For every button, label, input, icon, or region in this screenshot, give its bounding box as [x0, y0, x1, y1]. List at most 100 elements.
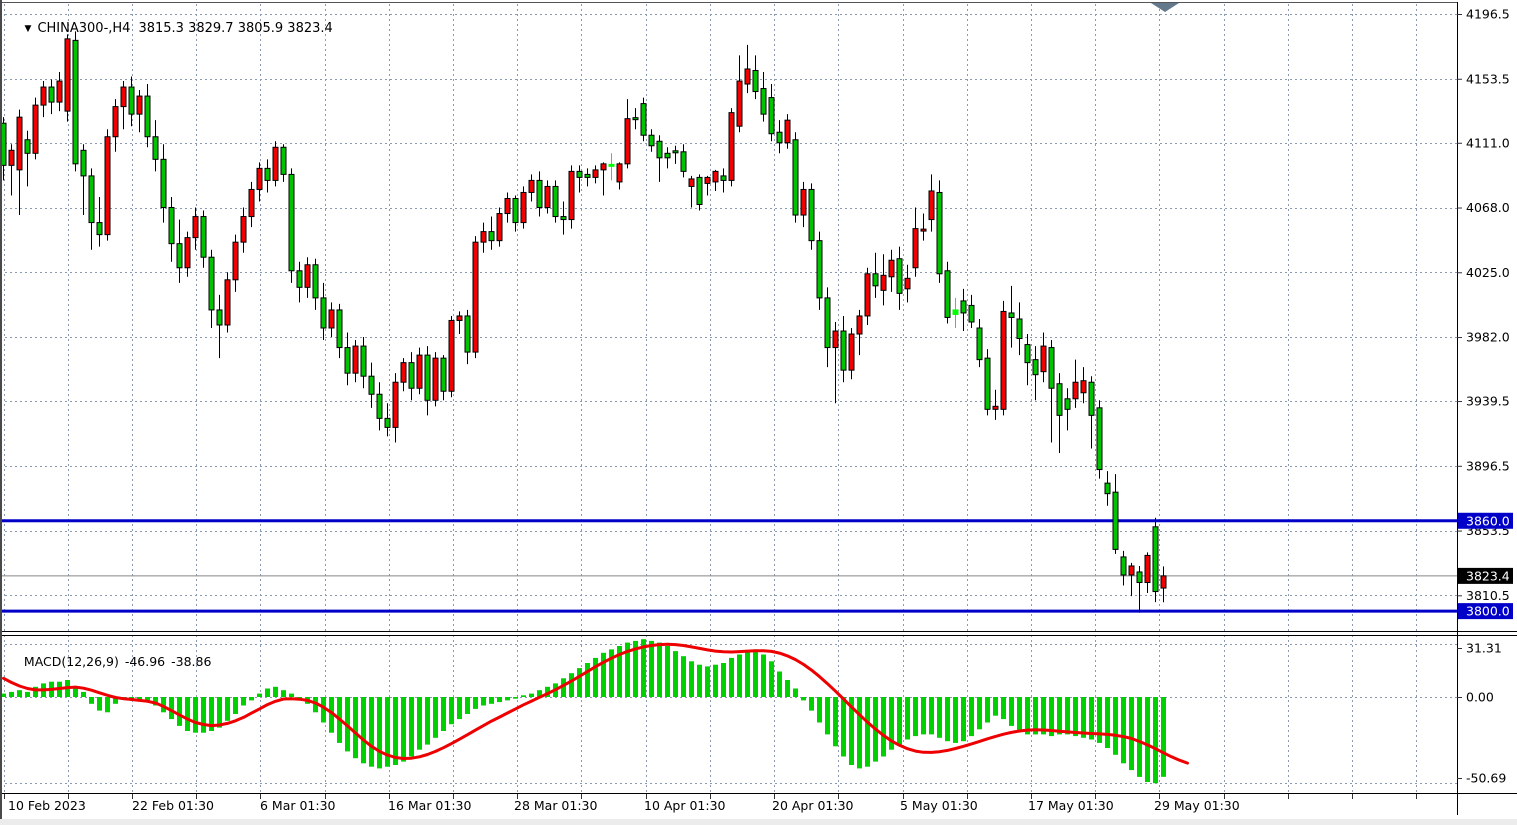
- macd-histogram-bar: [401, 697, 406, 762]
- macd-histogram-bar: [473, 697, 478, 709]
- macd-histogram-bar: [361, 697, 366, 763]
- macd-histogram-bar: [881, 697, 886, 757]
- macd-histogram-bar: [225, 697, 230, 721]
- macd-histogram-bar: [369, 697, 374, 767]
- candle-body: [1049, 348, 1054, 389]
- candle-body: [297, 271, 302, 288]
- macd-histogram-bar: [1145, 697, 1150, 782]
- time-axis-label: 16 Mar 01:30: [388, 798, 472, 813]
- macd-histogram-bar: [1001, 697, 1006, 719]
- candle-body: [1153, 527, 1158, 592]
- candle-body: [953, 310, 958, 315]
- macd-histogram-bar: [81, 692, 86, 697]
- horizontal-line[interactable]: [0, 610, 1457, 613]
- time-axis-label: 10 Apr 01:30: [644, 798, 726, 813]
- macd-histogram-bar: [497, 697, 502, 702]
- macd-histogram-bar: [265, 689, 270, 698]
- candle-body: [449, 320, 454, 391]
- macd-histogram-bar: [249, 697, 254, 700]
- price-badge-label: 3800.0: [1466, 604, 1510, 619]
- candle-body: [601, 164, 606, 170]
- candle-body: [281, 147, 286, 174]
- candle-body: [193, 217, 198, 238]
- candle-body: [409, 363, 414, 389]
- candle-body: [401, 363, 406, 383]
- macd-histogram-bar: [825, 697, 830, 734]
- candle-body: [257, 168, 262, 189]
- candle-body: [793, 140, 798, 215]
- candle-body: [1017, 319, 1022, 339]
- macd-indicator-label: MACD(12,26,9)-46.96-38.86: [8, 639, 217, 684]
- candle-body: [1041, 346, 1046, 372]
- candle-body: [441, 358, 446, 391]
- candle-body: [1001, 311, 1006, 409]
- candle-body: [73, 40, 78, 163]
- horizontal-line[interactable]: [0, 519, 1457, 522]
- price-axis-label: 3939.5: [1466, 394, 1510, 409]
- macd-histogram-bar: [601, 653, 606, 697]
- macd-histogram-bar: [721, 663, 726, 697]
- time-axis-label: 10 Feb 2023: [8, 798, 86, 813]
- candle-body: [465, 316, 470, 352]
- candle-body: [1073, 382, 1078, 399]
- candle-body: [1113, 492, 1118, 549]
- candle-body: [81, 150, 86, 176]
- candle-body: [25, 140, 30, 154]
- candle-body: [505, 198, 510, 213]
- candle-body: [217, 310, 222, 325]
- window-border: [0, 0, 2, 825]
- time-axis-label: 29 May 01:30: [1154, 798, 1240, 813]
- macd-histogram-bar: [985, 697, 990, 723]
- candle-body: [145, 96, 150, 137]
- candle-body: [681, 152, 686, 172]
- macd-histogram-bar: [729, 658, 734, 697]
- candle-body: [489, 232, 494, 241]
- candle-body: [521, 192, 526, 222]
- macd-histogram-bar: [689, 661, 694, 697]
- macd-histogram-bar: [441, 697, 446, 731]
- macd-histogram-bar: [737, 655, 742, 698]
- candle-body: [921, 229, 926, 231]
- macd-axis-label: 31.31: [1466, 641, 1502, 656]
- candle-body: [289, 174, 294, 270]
- macd-histogram-bar: [969, 697, 974, 736]
- candle-body: [369, 376, 374, 394]
- candle-body: [809, 189, 814, 240]
- candle-body: [1161, 576, 1166, 588]
- time-axis-label: 28 Mar 01:30: [514, 798, 598, 813]
- macd-histogram-bar: [577, 668, 582, 697]
- candle-body: [345, 348, 350, 374]
- candle-body: [457, 316, 462, 321]
- candlestick-chart[interactable]: 4196.54153.54111.04068.04025.03982.03939…: [0, 0, 1517, 825]
- macd-histogram-bar: [1105, 697, 1110, 748]
- macd-histogram-bar: [105, 697, 110, 712]
- candle-body: [993, 406, 998, 409]
- candle-body: [121, 87, 126, 107]
- macd-histogram-bar: [521, 695, 526, 697]
- macd-histogram-bar: [833, 697, 838, 746]
- candle-body: [313, 265, 318, 298]
- macd-histogram-bar: [673, 651, 678, 697]
- macd-histogram-bar: [713, 665, 718, 697]
- candle-body: [41, 87, 46, 105]
- macd-histogram-bar: [761, 655, 766, 698]
- candle-body: [785, 120, 790, 143]
- macd-histogram-bar: [97, 697, 102, 711]
- candle-body: [1137, 572, 1142, 583]
- candle-body: [1081, 381, 1086, 393]
- candle-body: [649, 135, 654, 146]
- candle-body: [865, 274, 870, 316]
- time-axis-label: 22 Feb 01:30: [132, 798, 214, 813]
- candle-body: [705, 177, 710, 183]
- candle-body: [1009, 313, 1014, 318]
- macd-histogram-bar: [1113, 697, 1118, 755]
- candle-body: [305, 265, 310, 288]
- macd-main-value: -46.96: [125, 654, 165, 669]
- candle-body: [665, 153, 670, 158]
- candle-body: [945, 271, 950, 318]
- candle-body: [625, 119, 630, 164]
- symbol-dropdown-icon[interactable]: ▼: [25, 24, 32, 34]
- candle-body: [817, 241, 822, 298]
- macd-histogram-bar: [217, 697, 222, 728]
- macd-histogram-bar: [481, 697, 486, 706]
